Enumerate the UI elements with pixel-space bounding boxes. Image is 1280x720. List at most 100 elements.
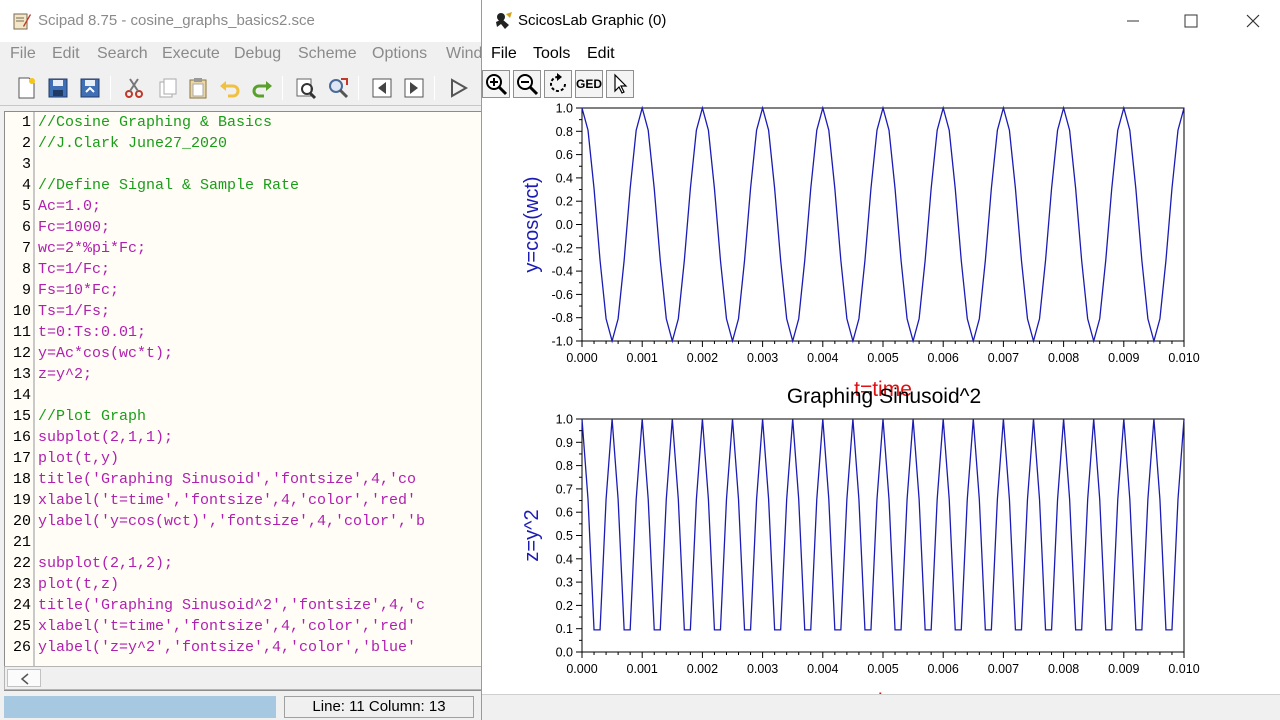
code-line[interactable]: Ac=1.0; [38,198,101,215]
code-line[interactable]: ylabel('y=cos(wct)','fontsize',4,'color'… [38,513,425,530]
scipad-menu-search[interactable]: Search [97,45,148,63]
y-tick-label: -1.0 [551,335,573,349]
ged-button[interactable]: GED [575,70,603,98]
x-tick-label: 0.003 [747,662,778,676]
graphic-titlebar[interactable]: ScicosLab Graphic (0) [482,0,1280,42]
scipad-menu-execute[interactable]: Execute [162,45,220,63]
find-icon[interactable] [294,76,318,100]
graphic-menu-edit[interactable]: Edit [587,45,615,63]
scipad-window-title: Scipad 8.75 - cosine_graphs_basics2.sce [38,12,315,29]
y-tick-label: 0.0 [556,646,573,660]
y-tick-label: 0.9 [556,436,573,450]
code-line[interactable]: y=Ac*cos(wc*t); [38,345,173,362]
undo-icon[interactable] [218,76,242,100]
graphic-statusbar [482,694,1280,720]
scipad-toolbar [0,70,481,106]
horizontal-scrollbar[interactable] [4,666,481,690]
y-tick-label: 0.4 [556,552,573,566]
code-line[interactable]: wc=2*%pi*Fc; [38,240,146,257]
pointer-button[interactable] [606,70,634,98]
code-line[interactable]: plot(t,z) [38,576,119,593]
graphic-window: ScicosLab Graphic (0) File Tools Edit t=ti… [482,0,1280,720]
line-number: 18 [12,471,31,488]
code-line[interactable]: Ts=1/Fs; [38,303,110,320]
code-line[interactable]: subplot(2,1,2); [38,555,173,572]
plot-frame [581,418,1185,653]
code-line[interactable]: //J.Clark June27_2020 [38,135,227,152]
code-line[interactable]: Fs=10*Fc; [38,282,119,299]
code-line[interactable]: //Define Signal & Sample Rate [38,177,299,194]
code-line[interactable]: plot(t,y) [38,450,119,467]
line-number: 13 [12,366,31,383]
scipad-menu-edit[interactable]: Edit [52,45,80,63]
code-editor[interactable]: 1 2 3 4 5 6 7 8 9 10 11 12 13 14 15 16 17 18 19 20 21 22 23 24 2… [4,111,481,691]
scipad-titlebar[interactable]: Scipad 8.75 - cosine_graphs_basics2.sce [0,0,481,42]
line-number: 20 [12,513,31,530]
scipad-menu-wind[interactable]: Wind [446,45,481,63]
line-number: 17 [12,450,31,467]
minimize-icon[interactable] [1110,6,1156,36]
x-tick-label: 0.005 [867,662,898,676]
code-line[interactable]: title('Graphing Sinusoid^2','fontsize',4… [38,597,425,614]
next-icon[interactable] [402,76,426,100]
graphic-menu-file[interactable]: File [491,45,517,63]
y-axis-label: y=cos(wct) [521,176,543,272]
paste-icon[interactable] [186,76,210,100]
code-line[interactable]: t=0:Ts:0.01; [38,324,146,341]
redo-icon[interactable] [250,76,274,100]
code-line[interactable]: //Plot Graph [38,408,146,425]
code-line[interactable]: Tc=1/Fc; [38,261,110,278]
save-icon[interactable] [46,76,70,100]
graphic-window-title: ScicosLab Graphic (0) [518,12,667,29]
code-line[interactable]: xlabel('t=time','fontsize',4,'color','re… [38,618,416,635]
code-line[interactable]: Fc=1000; [38,219,110,236]
line-number: 5 [21,198,31,215]
scipad-menu-debug[interactable]: Debug [234,45,281,63]
new-file-icon[interactable] [14,76,38,100]
code-line[interactable]: subplot(2,1,1); [38,429,173,446]
code-line[interactable]: ylabel('z=y^2','fontsize',4,'color','blu… [38,639,416,656]
scipad-menu-file[interactable]: File [10,45,36,63]
x-tick-label: 0.004 [807,351,838,365]
y-tick-label: 0.6 [556,148,573,162]
y-tick-label: 0.2 [556,195,573,209]
y-tick-label: 0.3 [556,576,573,590]
line-number: 10 [12,303,31,320]
x-tick-label: 0.002 [687,351,718,365]
code-line[interactable]: z=y^2; [38,366,92,383]
zoom-out-button[interactable] [513,70,541,98]
line-number: 16 [12,429,31,446]
line-number: 11 [12,324,31,341]
maximize-icon[interactable] [1168,6,1214,36]
code-line[interactable]: xlabel('t=time','fontsize',4,'color','re… [38,492,416,509]
y-tick-label: 0.4 [556,171,573,185]
scicoslab-app-icon [496,12,512,29]
graphic-menubar: File Tools Edit [482,42,1280,68]
figure-canvas[interactable]: t=timeGraphing Sinusoidy=cos(wct)0.0000.… [482,68,1280,700]
line-number: 2 [21,135,31,152]
zoom-in-button[interactable] [482,70,510,98]
cut-icon[interactable] [122,76,146,100]
scipad-menu-options[interactable]: Options [372,45,427,63]
scipad-menu-scheme[interactable]: Scheme [298,45,357,63]
copy-icon[interactable] [156,76,180,100]
run-icon[interactable] [446,76,470,100]
y-tick-label: 0.8 [556,459,573,473]
replace-icon[interactable] [326,76,350,100]
x-tick-label: 0.008 [1048,351,1079,365]
line-number: 15 [12,408,31,425]
cursor-position: Line: 11 Column: 13 [284,696,474,718]
zoom-in-icon [486,74,508,96]
close-icon[interactable] [1230,6,1276,36]
code-line[interactable]: //Cosine Graphing & Basics [38,114,272,131]
prev-icon[interactable] [370,76,394,100]
save-as-icon[interactable] [78,76,102,100]
rotate-button[interactable] [544,70,572,98]
y-tick-label: 0.1 [556,622,573,636]
code-line[interactable]: title('Graphing Sinusoid','fontsize',4,'… [38,471,416,488]
y-tick-label: -0.6 [551,288,573,302]
graphic-menu-tools[interactable]: Tools [533,45,570,63]
line-number: 6 [21,219,31,236]
scroll-left-button[interactable] [7,669,41,687]
x-tick-label: 0.008 [1048,662,1079,676]
